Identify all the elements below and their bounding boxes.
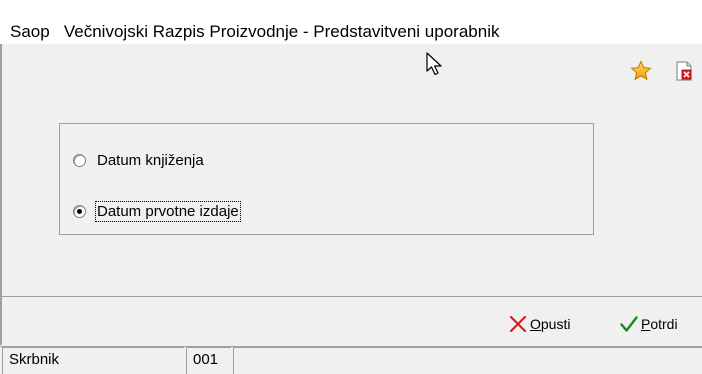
status-user: Skrbnik — [2, 347, 184, 374]
cancel-button[interactable]: Opusti — [509, 313, 570, 335]
radio-option-posting-date[interactable]: Datum knjiženja — [73, 149, 204, 171]
status-info — [233, 347, 702, 374]
status-code-text: 001 — [193, 351, 219, 368]
radio-option-original-issue-date[interactable]: Datum prvotne izdaje — [73, 200, 241, 222]
confirm-label: Potrdi — [641, 316, 678, 332]
title-bar: Saop Večnivojski Razpis Proizvodnje - Pr… — [0, 0, 702, 44]
cancel-label: Opusti — [530, 316, 571, 332]
radio-label-original-issue-date: Datum prvotne izdaje — [95, 200, 241, 222]
window-title: Saop Večnivojski Razpis Proizvodnje - Pr… — [10, 22, 500, 41]
star-icon[interactable] — [630, 60, 652, 82]
mouse-cursor-icon — [426, 52, 442, 76]
radio-label-posting-date: Datum knjiženja — [97, 151, 204, 169]
checkmark-icon — [620, 316, 638, 332]
radio-button[interactable] — [73, 153, 86, 167]
button-bar — [0, 297, 702, 345]
cancel-x-icon — [509, 315, 527, 333]
radio-button-selected[interactable] — [73, 204, 86, 218]
confirm-button[interactable]: Potrdi — [620, 313, 678, 335]
status-code: 001 — [186, 347, 231, 374]
close-document-icon[interactable] — [673, 60, 695, 82]
status-user-text: Skrbnik — [9, 351, 60, 368]
